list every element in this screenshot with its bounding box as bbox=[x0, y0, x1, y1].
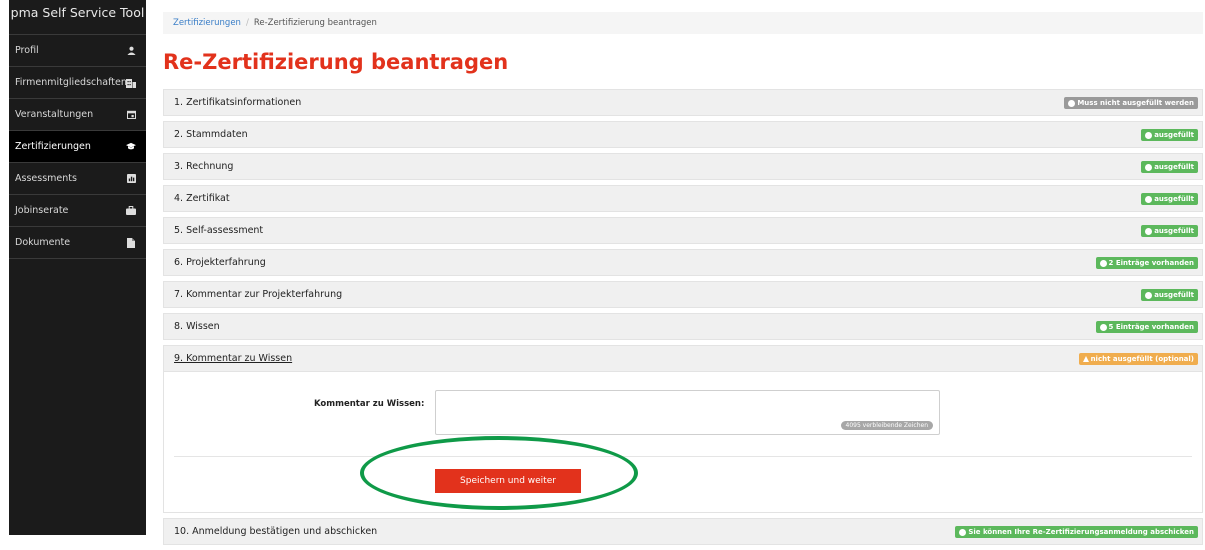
bar-chart-icon bbox=[126, 163, 136, 194]
briefcase-icon bbox=[126, 195, 136, 226]
breadcrumb-current: Re-Zertifizierung beantragen bbox=[253, 18, 377, 28]
section-title: 8. Wissen bbox=[174, 321, 220, 332]
status-badge-text: ausgefüllt bbox=[1154, 227, 1194, 235]
check-circle-icon bbox=[1145, 163, 1153, 171]
status-badge: 5 Einträge vorhanden bbox=[1095, 321, 1198, 333]
check-circle-icon bbox=[959, 528, 967, 536]
section-header-8[interactable]: 8. Wissen 5 Einträge vorhanden bbox=[163, 313, 1203, 340]
status-badge: nicht ausgefüllt (optional) bbox=[1078, 353, 1198, 365]
status-badge: ausgefüllt bbox=[1141, 161, 1198, 173]
status-badge: Sie können Ihre Re-Zertifizierungsanmeld… bbox=[955, 526, 1198, 538]
sidebar-item-jobinserate[interactable]: Jobinserate bbox=[9, 194, 146, 226]
section-header-5[interactable]: 5. Self-assessment ausgefüllt bbox=[163, 217, 1203, 244]
section-header-2[interactable]: 2. Stammdaten ausgefüllt bbox=[163, 121, 1203, 148]
status-badge: Muss nicht ausgefüllt werden bbox=[1064, 97, 1198, 109]
sidebar-item-label: Dokumente bbox=[15, 237, 71, 248]
warning-icon bbox=[1082, 356, 1089, 362]
sidebar-item-label: Assessments bbox=[15, 173, 77, 184]
section-title: 5. Self-assessment bbox=[174, 225, 264, 236]
section-header-3[interactable]: 3. Rechnung ausgefüllt bbox=[163, 153, 1203, 180]
status-badge: ausgefüllt bbox=[1141, 289, 1198, 301]
section-header-10[interactable]: 10. Anmeldung bestätigen und abschicken … bbox=[163, 518, 1203, 545]
sidebar-item-label: Jobinserate bbox=[15, 205, 69, 216]
section-title: 10. Anmeldung bestätigen und abschicken bbox=[174, 526, 378, 537]
check-circle-icon bbox=[1099, 259, 1107, 267]
sidebar-item-firmenmitgliedschaften[interactable]: Firmenmitgliedschaften bbox=[9, 66, 146, 98]
status-badge-text: ausgefüllt bbox=[1154, 195, 1194, 203]
status-badge: ausgefüllt bbox=[1141, 225, 1198, 237]
user-icon bbox=[126, 35, 136, 66]
divider bbox=[174, 456, 1192, 457]
check-circle-icon bbox=[1068, 99, 1076, 107]
sidebar-item-label: Profil bbox=[15, 45, 39, 56]
section-header-9[interactable]: 9. Kommentar zu Wissen nicht ausgefüllt … bbox=[163, 345, 1203, 372]
breadcrumb: Zertifizierungen / Re-Zertifizierung beant… bbox=[163, 12, 1203, 34]
section-title: 7. Kommentar zur Projekterfahrung bbox=[174, 289, 343, 300]
section-header-4[interactable]: 4. Zertifikat ausgefüllt bbox=[163, 185, 1203, 212]
status-badge-text: 2 Einträge vorhanden bbox=[1108, 259, 1194, 267]
save-and-continue-button[interactable]: Speichern und weiter bbox=[435, 469, 581, 493]
section-accordion: 1. Zertifikatsinformationen Muss nicht a… bbox=[163, 89, 1203, 550]
section-title: 2. Stammdaten bbox=[174, 129, 248, 140]
sidebar-item-label: Firmenmitgliedschaften bbox=[15, 77, 127, 88]
status-badge-text: nicht ausgefüllt (optional) bbox=[1090, 355, 1194, 363]
check-circle-icon bbox=[1099, 323, 1107, 331]
breadcrumb-link-zertifizierungen[interactable]: Zertifizierungen bbox=[173, 18, 241, 28]
section-panel-9: Kommentar zu Wissen: 4095 verbleibende Z… bbox=[163, 372, 1203, 513]
check-circle-icon bbox=[1145, 131, 1153, 139]
sidebar-item-label: Veranstaltungen bbox=[15, 109, 94, 120]
status-badge: ausgefüllt bbox=[1141, 193, 1198, 205]
sidebar-item-label: Zertifizierungen bbox=[15, 141, 91, 152]
sidebar-item-veranstaltungen[interactable]: Veranstaltungen bbox=[9, 98, 146, 130]
status-badge-text: Sie können Ihre Re-Zertifizierungsanmeld… bbox=[968, 528, 1194, 536]
section-title: 4. Zertifikat bbox=[174, 193, 230, 204]
sidebar: pma Self Service Tool Profil Firmenmitgl… bbox=[9, 0, 146, 535]
status-badge: ausgefüllt bbox=[1141, 129, 1198, 141]
status-badge-text: ausgefüllt bbox=[1154, 131, 1194, 139]
breadcrumb-separator: / bbox=[245, 18, 249, 28]
comment-field-label: Kommentar zu Wissen: bbox=[314, 399, 425, 409]
app-title: pma Self Service Tool bbox=[10, 5, 145, 20]
section-title: 9. Kommentar zu Wissen bbox=[174, 353, 293, 364]
document-icon bbox=[126, 227, 136, 258]
section-header-7[interactable]: 7. Kommentar zur Projekterfahrung ausgef… bbox=[163, 281, 1203, 308]
section-title: 3. Rechnung bbox=[174, 161, 234, 172]
status-badge: 2 Einträge vorhanden bbox=[1095, 257, 1198, 269]
calendar-icon bbox=[126, 99, 136, 130]
sidebar-item-dokumente[interactable]: Dokumente bbox=[9, 226, 146, 259]
status-badge-text: ausgefüllt bbox=[1154, 163, 1194, 171]
section-header-6[interactable]: 6. Projekterfahrung 2 Einträge vorhanden bbox=[163, 249, 1203, 276]
sidebar-item-profil[interactable]: Profil bbox=[9, 34, 146, 66]
section-title: 6. Projekterfahrung bbox=[174, 257, 266, 268]
status-badge-text: Muss nicht ausgefüllt werden bbox=[1077, 99, 1194, 107]
sidebar-item-zertifizierungen[interactable]: Zertifizierungen bbox=[9, 130, 146, 162]
comment-textarea[interactable]: 4095 verbleibende Zeichen bbox=[435, 390, 940, 435]
check-circle-icon bbox=[1145, 227, 1153, 235]
section-header-1[interactable]: 1. Zertifikatsinformationen Muss nicht a… bbox=[163, 89, 1203, 116]
status-badge-text: 5 Einträge vorhanden bbox=[1108, 323, 1194, 331]
check-circle-icon bbox=[1145, 195, 1153, 203]
char-counter-badge: 4095 verbleibende Zeichen bbox=[840, 421, 933, 430]
status-badge-text: ausgefüllt bbox=[1154, 291, 1194, 299]
check-circle-icon bbox=[1145, 291, 1153, 299]
section-title: 1. Zertifikatsinformationen bbox=[174, 97, 302, 108]
graduation-cap-icon bbox=[126, 131, 136, 162]
sidebar-item-assessments[interactable]: Assessments bbox=[9, 162, 146, 194]
page-title: Re-Zertifizierung beantragen bbox=[163, 50, 509, 74]
building-icon bbox=[126, 67, 136, 98]
